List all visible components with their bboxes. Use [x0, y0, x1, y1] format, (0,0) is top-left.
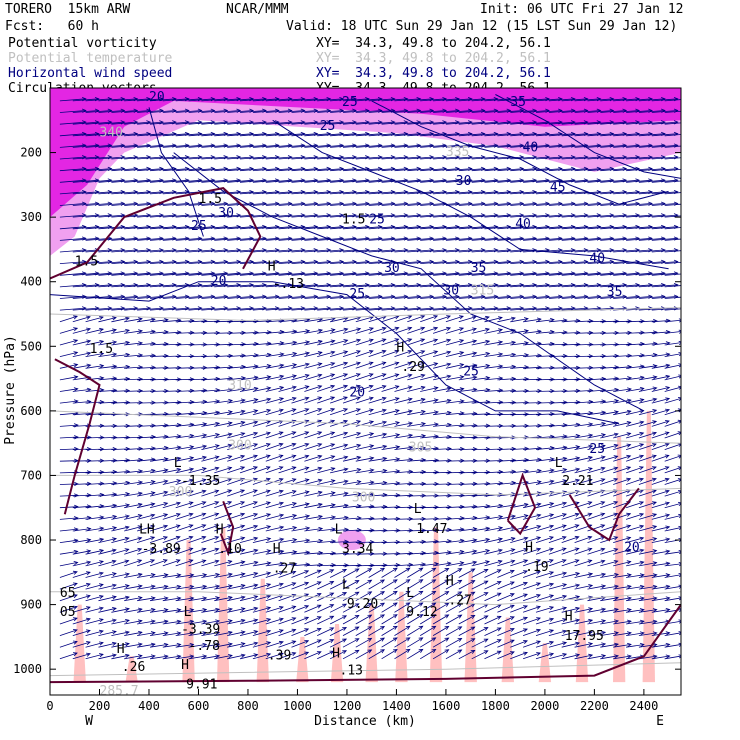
pv-fill-low-11 [501, 617, 514, 683]
pv-fill-low-5 [296, 636, 309, 683]
vector-head [687, 109, 691, 113]
vector-head [687, 272, 691, 276]
vector-head [687, 202, 691, 206]
vector-head [687, 144, 691, 148]
vector-head [687, 307, 691, 311]
vector-head [687, 237, 691, 240]
vector-head [687, 260, 691, 264]
vector-head [687, 225, 691, 229]
vector-head [687, 214, 691, 218]
vector-head [687, 190, 691, 193]
vector-head [687, 97, 691, 101]
circulation-vectors [59, 97, 691, 660]
pv-shading [50, 88, 681, 683]
vector-head [687, 167, 691, 171]
vector-head [687, 132, 691, 135]
wind-vector [59, 446, 79, 452]
vector-head [687, 156, 691, 160]
vector-head [687, 179, 691, 182]
vector-head [687, 121, 691, 125]
vector-head [687, 295, 691, 299]
wind-vector [59, 435, 79, 440]
vector-head [687, 283, 691, 286]
pv-fill-low-15 [642, 410, 655, 683]
cross-section-plot: 203402525335 403530 45401.53025 1.5 254030 35… [3, 87, 691, 729]
vector-head [687, 249, 691, 253]
